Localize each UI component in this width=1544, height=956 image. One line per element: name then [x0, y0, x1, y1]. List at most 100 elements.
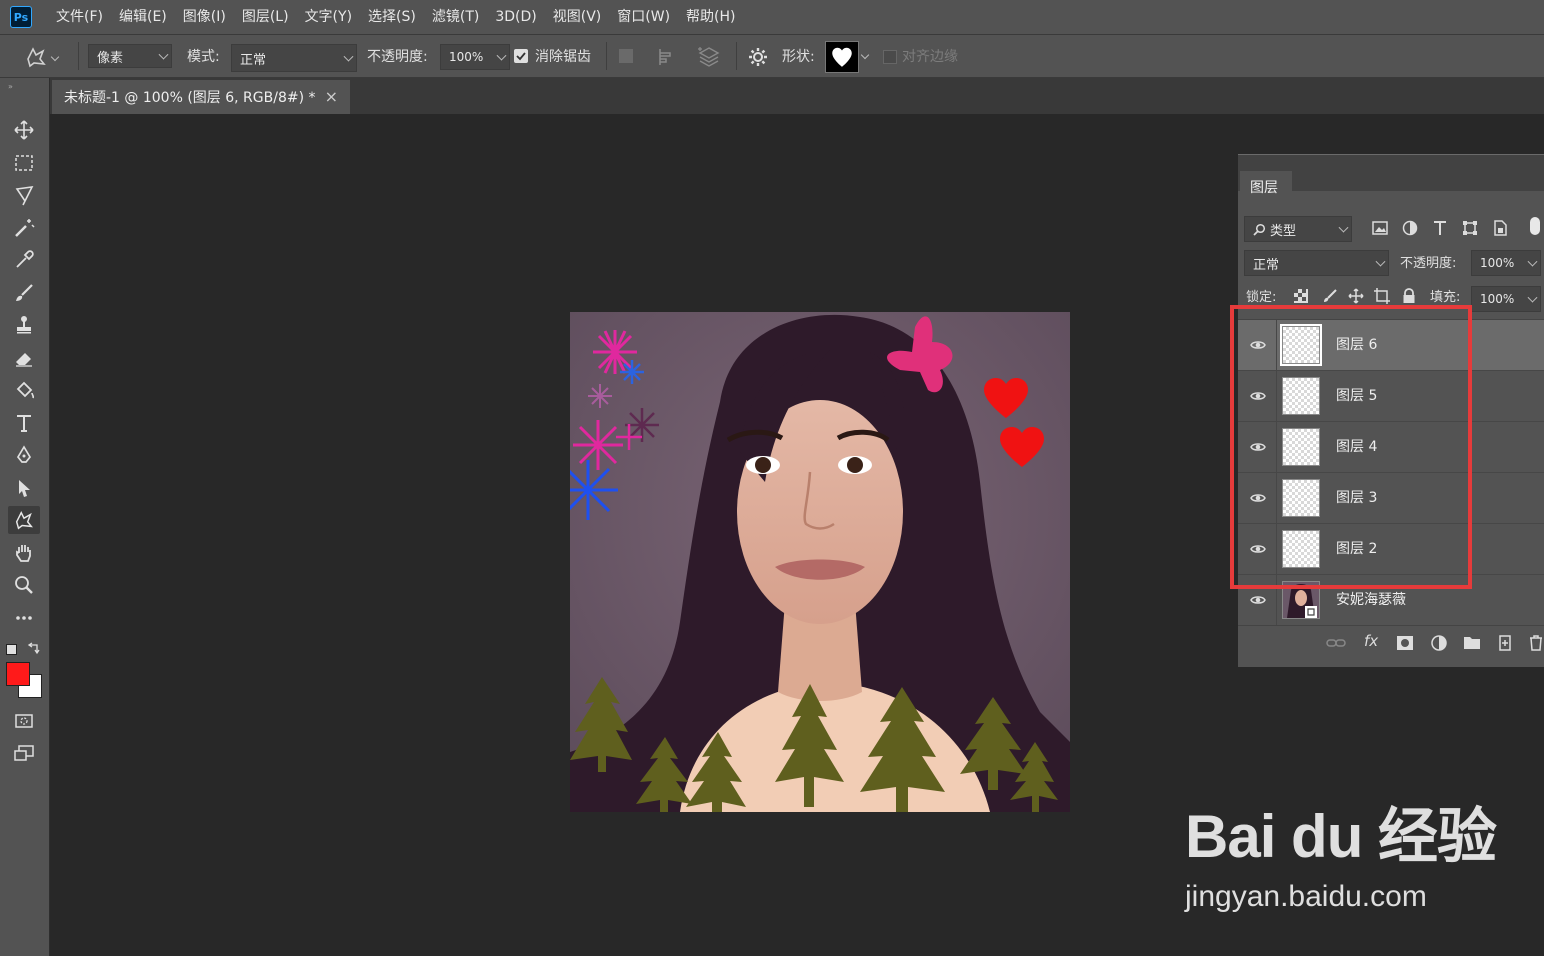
photoshop-logo[interactable]: Ps — [10, 6, 32, 28]
portrait-image — [570, 312, 1070, 812]
lock-transparency-icon[interactable] — [1294, 289, 1308, 303]
pen-tool[interactable] — [8, 441, 40, 469]
lasso-tool[interactable] — [8, 181, 40, 209]
type-icon — [17, 415, 31, 432]
menu-type[interactable]: 文字(Y) — [297, 0, 360, 34]
lasso-icon — [15, 186, 34, 206]
document-tab-title: 未标题-1 @ 100% (图层 6, RGB/8#) * — [64, 90, 316, 106]
blend-mode-select[interactable]: 正常 — [231, 44, 357, 72]
path-select-icon — [19, 480, 30, 497]
link-icon[interactable] — [1326, 635, 1346, 651]
hand-tool[interactable] — [8, 539, 40, 567]
pen-icon — [16, 445, 32, 463]
fill-label: 填充: — [1430, 290, 1461, 305]
shape-picker[interactable] — [825, 41, 859, 73]
shape-label: 形状: — [782, 49, 815, 65]
menu-window[interactable]: 窗口(W) — [609, 0, 678, 34]
layer-blend-mode-select[interactable]: 正常 — [1244, 250, 1389, 276]
mode-label: 模式: — [187, 49, 220, 65]
type-filter-icon[interactable] — [1431, 219, 1449, 237]
chevron-down-icon — [1375, 256, 1386, 267]
shape-filter-icon[interactable] — [1461, 219, 1479, 237]
menu-list: 文件(F) 编辑(E) 图像(I) 图层(L) 文字(Y) 选择(S) 滤镜(T… — [48, 0, 744, 34]
chevron-down-icon[interactable] — [860, 50, 870, 60]
foreground-color-swatch[interactable] — [6, 662, 30, 686]
path-alignment-icon[interactable] — [656, 47, 676, 67]
default-colors-icon[interactable] — [6, 644, 17, 655]
tool-preset-picker[interactable] — [24, 44, 70, 70]
layers-footer: fx — [1238, 625, 1544, 660]
document-canvas[interactable] — [570, 312, 1070, 812]
brush-tool[interactable] — [8, 279, 40, 307]
menu-layer[interactable]: 图层(L) — [234, 0, 297, 34]
marquee-icon — [15, 155, 33, 171]
stamp-tool[interactable] — [8, 311, 40, 339]
eraser-tool[interactable] — [8, 344, 40, 372]
path-arrangement-icon[interactable] — [696, 45, 722, 69]
menu-edit[interactable]: 编辑(E) — [111, 0, 175, 34]
layer-opacity-label: 不透明度: — [1400, 256, 1457, 271]
eye-icon[interactable] — [1250, 592, 1266, 608]
adjustment-layer-icon[interactable] — [1430, 634, 1448, 652]
align-edges-checkbox[interactable] — [883, 50, 897, 64]
path-select-tool[interactable] — [8, 474, 40, 502]
custom-shape-tool[interactable] — [8, 506, 40, 534]
heart-icon — [832, 47, 852, 67]
trash-icon[interactable] — [1528, 634, 1544, 652]
magic-wand-tool[interactable] — [8, 214, 40, 242]
eyedropper-tool[interactable] — [8, 246, 40, 274]
highlight-annotation — [1230, 305, 1472, 589]
collapse-icon[interactable]: » — [8, 82, 13, 91]
fill-input[interactable]: 100% — [1471, 286, 1541, 312]
tools-panel: » — [0, 78, 50, 956]
hand-icon — [16, 545, 31, 562]
menu-image[interactable]: 图像(I) — [175, 0, 234, 34]
antialias-checkbox[interactable] — [514, 49, 528, 63]
adjustment-filter-icon[interactable] — [1401, 219, 1419, 237]
magic-wand-icon — [15, 219, 35, 237]
move-tool[interactable] — [8, 116, 40, 144]
folder-icon[interactable] — [1462, 634, 1482, 652]
type-tool[interactable] — [8, 409, 40, 437]
lock-artboard-icon[interactable] — [1374, 288, 1390, 304]
filter-kind-select[interactable]: 类型 — [1244, 216, 1352, 242]
more-tools[interactable] — [8, 604, 40, 632]
filter-toggle[interactable] — [1530, 217, 1540, 235]
fx-icon[interactable]: fx — [1364, 632, 1378, 650]
layer-opacity-input[interactable]: 100% — [1471, 250, 1541, 276]
menu-view[interactable]: 视图(V) — [545, 0, 610, 34]
opacity-label: 不透明度: — [367, 49, 428, 65]
check-icon — [516, 52, 526, 61]
lock-position-icon[interactable] — [1348, 288, 1364, 304]
image-filter-icon[interactable] — [1371, 219, 1389, 237]
marquee-tool[interactable] — [8, 149, 40, 177]
gear-icon[interactable] — [747, 46, 769, 68]
menu-3d[interactable]: 3D(D) — [487, 0, 544, 34]
tool-mode-select[interactable]: 像素 — [88, 44, 172, 68]
chevron-down-icon — [50, 52, 60, 62]
smart-object-filter-icon[interactable] — [1491, 219, 1509, 237]
document-tab[interactable]: 未标题-1 @ 100% (图层 6, RGB/8#) * × — [52, 80, 350, 114]
menu-select[interactable]: 选择(S) — [360, 0, 424, 34]
menu-help[interactable]: 帮助(H) — [678, 0, 743, 34]
lock-pixels-icon[interactable] — [1322, 288, 1338, 304]
close-icon[interactable]: × — [325, 87, 338, 106]
custom-shape-icon — [27, 47, 46, 68]
eraser-icon — [16, 353, 32, 367]
lock-all-icon[interactable] — [1402, 288, 1416, 304]
menu-filter[interactable]: 滤镜(T) — [424, 0, 487, 34]
zoom-tool[interactable] — [8, 571, 40, 599]
mask-icon[interactable] — [1396, 635, 1414, 651]
screen-mode-button[interactable] — [8, 739, 40, 767]
more-icon — [16, 616, 32, 620]
chevron-down-icon — [343, 51, 354, 62]
quick-mask-button[interactable] — [8, 707, 40, 735]
new-layer-icon[interactable] — [1496, 634, 1514, 652]
opacity-input[interactable]: 100% — [440, 44, 510, 70]
tab-layers[interactable]: 图层 — [1240, 171, 1292, 207]
swap-colors-icon[interactable] — [27, 642, 41, 656]
menu-file[interactable]: 文件(F) — [48, 0, 111, 34]
paint-bucket-tool[interactable] — [8, 376, 40, 404]
path-operations-icon[interactable] — [619, 49, 633, 63]
antialias-label: 消除锯齿 — [535, 49, 591, 65]
